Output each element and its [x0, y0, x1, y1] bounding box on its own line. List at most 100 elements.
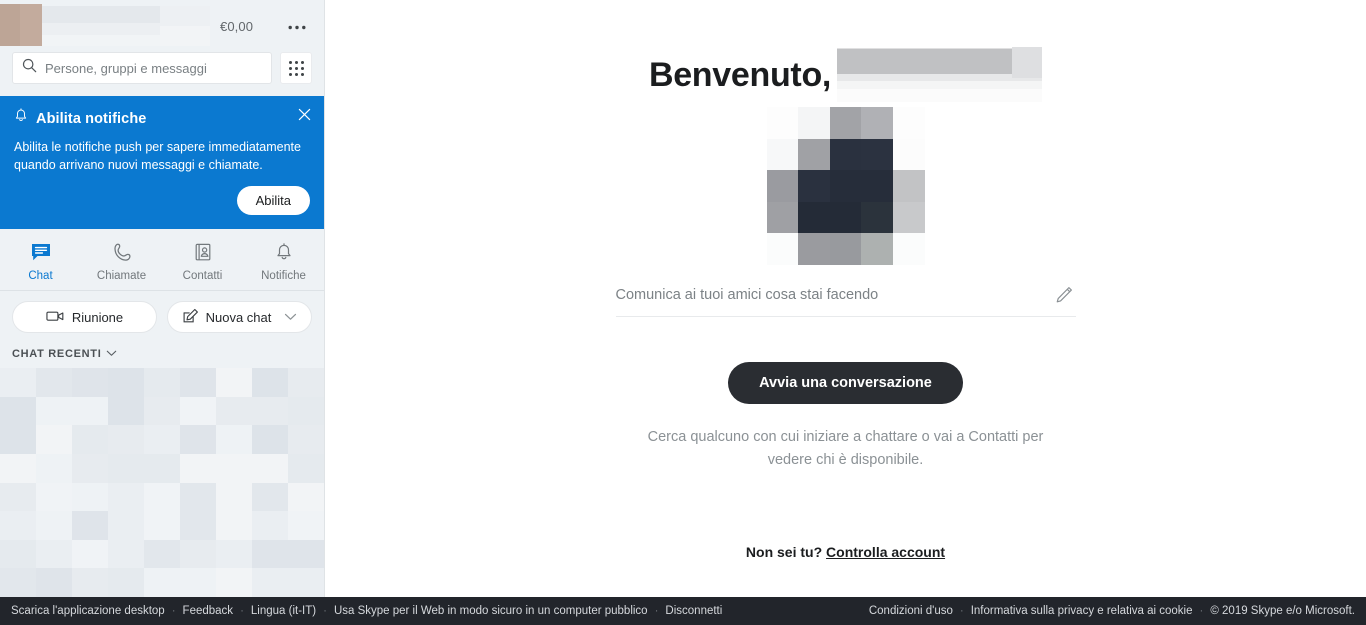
redacted-tile	[36, 568, 72, 597]
profile-avatar-large[interactable]	[766, 107, 925, 265]
enable-notifications-button[interactable]: Abilita	[236, 186, 310, 216]
redacted-tile	[0, 568, 36, 597]
redacted-tile	[252, 539, 288, 569]
redacted-tile	[829, 107, 862, 139]
close-icon[interactable]	[294, 104, 314, 124]
redacted-tile	[144, 482, 180, 512]
recent-chats-list[interactable]	[0, 368, 324, 597]
tab-calls[interactable]: Chiamate	[81, 229, 162, 290]
redacted-tile	[144, 511, 180, 540]
main-content: Benvenuto, Comunica ai tuoi amici cosa s…	[325, 0, 1366, 597]
redacted-tile	[892, 170, 925, 202]
redacted-tile	[829, 233, 862, 265]
redacted-tile	[144, 425, 180, 455]
redacted-tile	[861, 107, 893, 139]
bell-icon	[14, 108, 28, 129]
tab-calls-label: Chiamate	[96, 269, 147, 282]
redacted-tile	[216, 482, 252, 512]
avatar[interactable]	[0, 4, 42, 46]
redacted-tile	[861, 138, 893, 171]
redacted-tile	[829, 138, 862, 171]
tab-chat[interactable]: Chat	[0, 229, 81, 290]
empty-state-hint: Cerca qualcuno con cui iniziare a chatta…	[647, 429, 1044, 469]
status-bar: Scarica l'applicazione desktop · Feedback ·…	[0, 597, 1366, 625]
redacted-tile	[108, 568, 144, 597]
phone-icon	[111, 242, 133, 266]
redacted-tile	[861, 170, 893, 202]
sidebar: €0,00 Persone, gruppi e messaggi Abilita…	[0, 0, 325, 597]
status-bar-link[interactable]: Scarica l'applicazione desktop	[11, 605, 165, 617]
redacted-tile	[798, 201, 830, 234]
redacted-tile	[892, 233, 925, 265]
start-conversation-button[interactable]: Avvia una conversazione	[728, 362, 963, 404]
status-bar-right: Condizioni d'uso · Informativa sulla priva…	[869, 605, 1355, 617]
redacted-tile	[108, 511, 144, 540]
status-bar-separator: ·	[323, 605, 327, 617]
chevron-down-icon[interactable]	[106, 348, 117, 360]
redacted-tile	[288, 568, 324, 597]
redacted-tile	[144, 539, 180, 569]
profile-bar: €0,00	[0, 0, 324, 52]
more-options-button[interactable]	[282, 14, 312, 40]
redacted-tile	[180, 482, 216, 512]
redacted-tile	[798, 107, 830, 139]
redacted-tile	[216, 368, 252, 397]
compose-icon	[182, 308, 199, 327]
redacted-tile	[288, 511, 324, 540]
redacted-tile	[36, 539, 72, 569]
redacted-tile	[0, 482, 36, 512]
pencil-icon[interactable]	[1052, 283, 1076, 307]
status-bar-separator: ·	[240, 605, 244, 617]
search-box[interactable]	[12, 52, 272, 84]
redacted-tile	[766, 170, 799, 202]
recent-chats-header[interactable]: CHAT RECENTI	[0, 345, 324, 368]
redacted-tile	[108, 454, 144, 483]
dialpad-button[interactable]	[280, 52, 312, 84]
mood-message-row[interactable]: Comunica ai tuoi amici cosa stai facendo	[615, 283, 1076, 317]
tab-contacts[interactable]: Contatti	[162, 229, 243, 290]
redacted-tile	[180, 568, 216, 597]
status-bar-link[interactable]: Usa Skype per il Web in modo sicuro in u…	[334, 605, 648, 617]
redacted-tile	[180, 511, 216, 540]
account-balance[interactable]: €0,00	[220, 19, 253, 34]
status-bar-link[interactable]: Informativa sulla privacy e relativa ai …	[971, 605, 1193, 617]
dialpad-icon	[288, 60, 304, 76]
search-input[interactable]	[45, 60, 262, 76]
enable-notifications-banner: Abilita notifiche Abilita le notifiche p…	[0, 96, 324, 230]
redacted-tile	[0, 511, 36, 540]
status-bar-separator: ·	[171, 605, 176, 617]
meet-now-button[interactable]: Riunione	[12, 301, 157, 334]
chevron-down-icon[interactable]	[284, 313, 297, 321]
new-chat-button[interactable]: Nuova chat	[167, 301, 312, 334]
redacted-tile	[180, 396, 216, 426]
redacted-tile	[829, 201, 862, 234]
bell-icon	[273, 242, 295, 266]
redacted-tile	[288, 396, 324, 426]
redacted-tile	[108, 396, 144, 426]
redacted-tile	[36, 368, 72, 397]
redacted-tile	[288, 539, 324, 569]
redacted-tile	[72, 425, 108, 455]
contacts-icon	[192, 242, 214, 266]
redacted-tile	[36, 511, 72, 540]
tab-chat-label: Chat	[28, 269, 53, 282]
redacted-tile	[798, 138, 830, 171]
redacted-tile	[892, 107, 925, 139]
mood-message-placeholder: Comunica ai tuoi amici cosa stai facendo	[615, 287, 879, 303]
status-bar-link[interactable]: Lingua (it-IT)	[251, 605, 316, 617]
redacted-tile	[144, 454, 180, 483]
redacted-tile	[0, 396, 36, 426]
redacted-tile	[798, 233, 830, 265]
redacted-tile	[892, 201, 925, 234]
status-bar-link[interactable]: Feedback	[183, 605, 234, 617]
chat-icon	[30, 242, 52, 266]
status-bar-link[interactable]: Condizioni d'uso	[869, 605, 953, 617]
tab-notifications[interactable]: Notifiche	[243, 229, 324, 290]
redacted-tile	[216, 425, 252, 455]
redacted-tile	[108, 539, 144, 569]
status-bar-link[interactable]: Disconnetti	[665, 605, 722, 617]
redacted-tile	[144, 396, 180, 426]
redacted-tile	[216, 396, 252, 426]
redacted-tile	[216, 568, 252, 597]
check-account-link[interactable]: Controlla account	[826, 544, 945, 560]
